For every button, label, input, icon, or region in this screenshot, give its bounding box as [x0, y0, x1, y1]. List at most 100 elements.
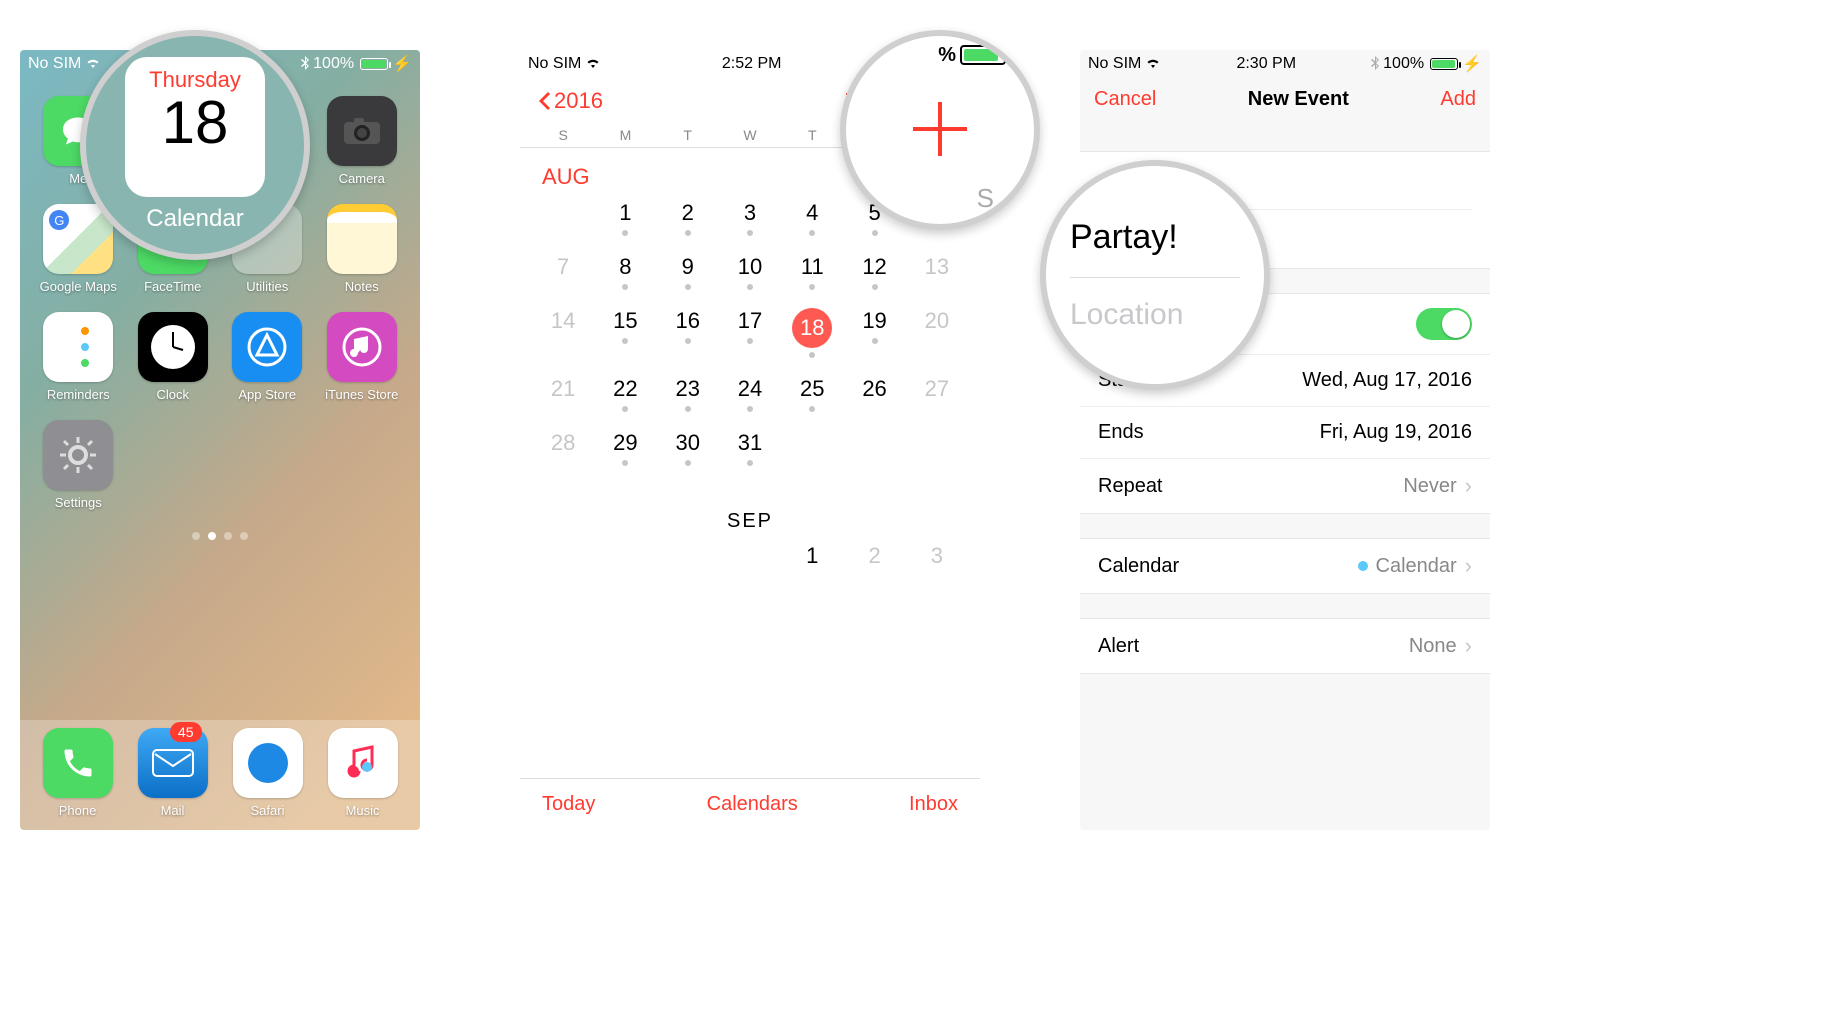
app-settings[interactable]: Settings — [38, 420, 119, 510]
sim-status: No SIM — [28, 55, 81, 73]
day-cell[interactable]: 3 — [719, 200, 781, 236]
cancel-button[interactable]: Cancel — [1094, 88, 1156, 111]
day-cell[interactable]: 14 — [532, 308, 594, 358]
day-cell[interactable]: 25 — [781, 376, 843, 412]
add-event-button-zoomed[interactable] — [905, 74, 975, 183]
calendars-button[interactable]: Calendars — [707, 793, 798, 816]
dock-phone[interactable]: Phone — [43, 728, 113, 818]
day-cell[interactable]: 16 — [657, 308, 719, 358]
today-button[interactable]: Today — [542, 793, 595, 816]
bluetooth-icon — [1371, 56, 1379, 73]
page-dots[interactable] — [20, 532, 420, 540]
calendar-toolbar: Today Calendars Inbox — [520, 778, 980, 830]
battery-percent: 100% — [313, 55, 354, 73]
app-reminders[interactable]: Reminders — [38, 312, 119, 402]
day-cell[interactable]: 12 — [843, 254, 905, 290]
app-itunes-store[interactable]: iTunes Store — [322, 312, 403, 402]
next-month-label: SEP — [520, 494, 980, 543]
battery-icon — [360, 58, 388, 70]
day-cell[interactable] — [532, 543, 594, 569]
day-cell[interactable]: 2 — [843, 543, 905, 569]
day-cell[interactable]: 13 — [906, 254, 968, 290]
dock-safari[interactable]: Safari — [233, 728, 303, 818]
magnifier-title-location: Partay! Location — [1040, 160, 1270, 390]
calendar-grid: 1234567891011121314151617181920212223242… — [520, 200, 980, 466]
charging-icon — [1010, 42, 1022, 68]
magnifier-calendar-icon: Thursday 18 Calendar — [80, 30, 310, 260]
battery-pct-char: % — [938, 44, 956, 67]
event-navbar: Cancel New Event Add — [1080, 78, 1490, 121]
day-cell[interactable]: 7 — [532, 254, 594, 290]
home-screen-panel: No SIM 100% ⚡ Me Camera GGoogle Maps Fac… — [20, 50, 420, 830]
day-cell[interactable]: 28 — [532, 430, 594, 466]
chevron-right-icon: › — [1465, 553, 1472, 579]
day-cell[interactable]: 10 — [719, 254, 781, 290]
day-cell[interactable]: 4 — [781, 200, 843, 236]
app-notes[interactable]: Notes — [322, 204, 403, 294]
dock-music[interactable]: Music — [328, 728, 398, 818]
magnifier-add-button: % S — [840, 30, 1040, 230]
day-cell[interactable] — [532, 200, 594, 236]
battery-icon — [960, 45, 1006, 65]
allday-toggle[interactable] — [1416, 308, 1472, 340]
day-cell[interactable]: 2 — [657, 200, 719, 236]
page-title: New Event — [1248, 88, 1349, 111]
dock: Phone 45Mail Safari Music — [20, 720, 420, 830]
wifi-icon — [85, 56, 101, 72]
day-cell[interactable]: 15 — [594, 308, 656, 358]
calendar-row[interactable]: Calendar Calendar› — [1080, 539, 1490, 593]
wifi-icon — [1145, 56, 1161, 72]
day-cell[interactable]: 23 — [657, 376, 719, 412]
inbox-button[interactable]: Inbox — [909, 793, 958, 816]
day-cell[interactable]: 1 — [781, 543, 843, 569]
day-cell[interactable]: 21 — [532, 376, 594, 412]
day-cell[interactable]: 11 — [781, 254, 843, 290]
repeat-row[interactable]: Repeat Never› — [1080, 459, 1490, 513]
chevron-right-icon: › — [1465, 473, 1472, 499]
charging-icon: ⚡ — [1462, 54, 1482, 74]
day-cell[interactable] — [843, 430, 905, 466]
day-cell[interactable]: 9 — [657, 254, 719, 290]
ends-row[interactable]: Ends Fri, Aug 19, 2016 — [1080, 407, 1490, 459]
calendar-app-icon[interactable]: Thursday 18 — [125, 57, 265, 197]
sim-status: No SIM — [528, 55, 581, 73]
back-button[interactable]: 2016 — [536, 88, 603, 114]
calendar-day-number: 18 — [162, 93, 229, 153]
day-cell[interactable] — [906, 430, 968, 466]
bluetooth-icon — [301, 56, 309, 73]
day-cell[interactable] — [657, 543, 719, 569]
day-cell[interactable]: 1 — [594, 200, 656, 236]
day-cell[interactable]: 29 — [594, 430, 656, 466]
day-cell[interactable]: 17 — [719, 308, 781, 358]
chevron-right-icon: › — [1465, 633, 1472, 659]
day-cell[interactable]: 31 — [719, 430, 781, 466]
status-bar: No SIM 2:30 PM 100% ⚡ — [1080, 50, 1490, 78]
day-cell[interactable]: 27 — [906, 376, 968, 412]
day-cell[interactable]: 22 — [594, 376, 656, 412]
day-cell[interactable]: 19 — [843, 308, 905, 358]
status-time: 2:30 PM — [1236, 55, 1296, 73]
alert-row[interactable]: Alert None› — [1080, 619, 1490, 673]
charging-icon: ⚡ — [392, 54, 412, 74]
day-cell[interactable]: 26 — [843, 376, 905, 412]
day-cell[interactable] — [719, 543, 781, 569]
calendar-app-label: Calendar — [146, 205, 243, 233]
add-button[interactable]: Add — [1440, 88, 1476, 111]
day-cell[interactable]: 8 — [594, 254, 656, 290]
app-camera[interactable]: Camera — [322, 96, 403, 186]
day-cell[interactable] — [594, 543, 656, 569]
day-cell[interactable]: 30 — [657, 430, 719, 466]
battery-icon — [1430, 58, 1458, 70]
app-clock[interactable]: Clock — [133, 312, 214, 402]
day-cell[interactable]: 3 — [906, 543, 968, 569]
day-cell[interactable]: 18 — [781, 308, 843, 358]
day-cell[interactable]: 20 — [906, 308, 968, 358]
dock-mail[interactable]: 45Mail — [138, 728, 208, 818]
mag-location-placeholder: Location — [1070, 298, 1240, 332]
day-cell[interactable]: 24 — [719, 376, 781, 412]
app-appstore[interactable]: App Store — [227, 312, 308, 402]
alert-section: Alert None› — [1080, 618, 1490, 674]
calendar-section: Calendar Calendar› — [1080, 538, 1490, 594]
battery-percent: 100% — [1383, 55, 1424, 73]
day-cell[interactable] — [781, 430, 843, 466]
